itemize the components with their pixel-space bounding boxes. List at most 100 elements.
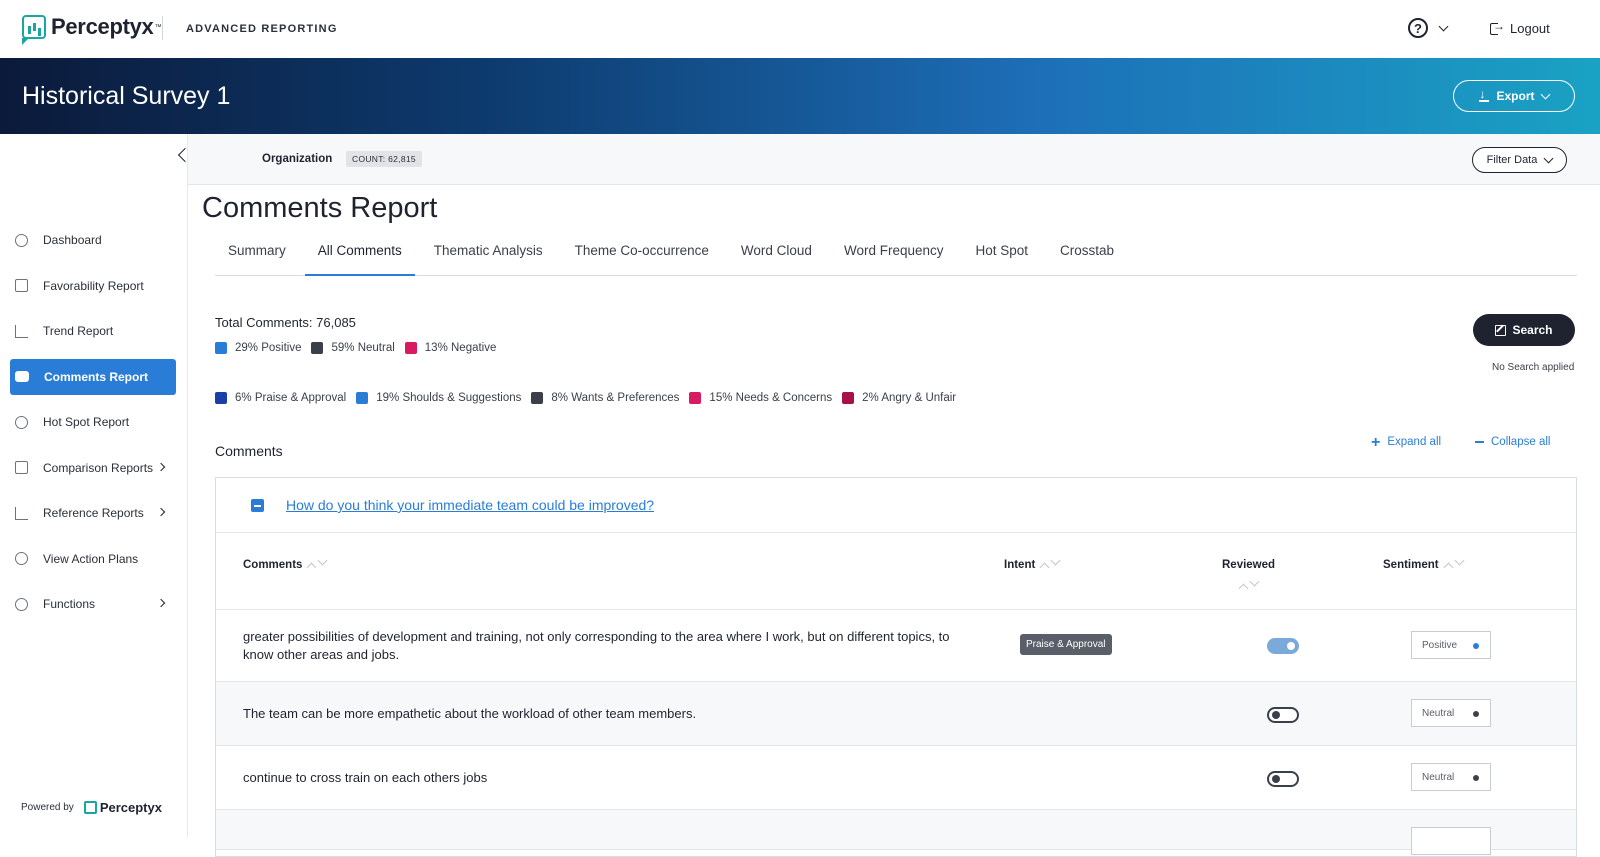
- sidebar-item-functions[interactable]: Functions: [10, 586, 176, 622]
- sentiment-select[interactable]: Neutral: [1411, 699, 1491, 727]
- legend-wants-preferences: 8% Wants & Preferences: [531, 392, 679, 404]
- legend-swatch: [689, 392, 702, 404]
- legend-positive: 29% Positive: [215, 342, 301, 354]
- sort-icon: [306, 555, 328, 572]
- legend-label: 2% Angry & Unfair: [862, 392, 957, 404]
- powered-by-logo: Perceptyx: [83, 800, 162, 815]
- export-button[interactable]: Export: [1453, 80, 1575, 112]
- sidebar-item-trend-report[interactable]: Trend Report: [10, 313, 176, 349]
- sentiment-dot: [1473, 643, 1479, 649]
- survey-banner: Historical Survey 1 Export: [0, 58, 1600, 134]
- filter-data-button[interactable]: Filter Data: [1472, 147, 1567, 173]
- thumbs-up-icon: [15, 279, 28, 292]
- powered-by: Powered by Perceptyx: [21, 800, 162, 815]
- sentiment-select[interactable]: Neutral: [1411, 763, 1491, 791]
- legend-swatch: [404, 342, 417, 354]
- sidebar-item-label: Favorability Report: [43, 278, 144, 293]
- edit-icon: [1495, 324, 1507, 336]
- legend-praise-approval: 6% Praise & Approval: [215, 392, 346, 404]
- collapse-all-label: Collapse all: [1491, 436, 1551, 448]
- help-menu-button[interactable]: ?: [1408, 18, 1449, 38]
- legend-swatch: [531, 392, 544, 404]
- legend-label: 15% Needs & Concerns: [709, 392, 833, 404]
- sidebar-item-label: Trend Report: [43, 324, 114, 338]
- collapse-all-button[interactable]: Collapse all: [1475, 436, 1550, 448]
- minus-icon: [1475, 441, 1484, 443]
- sidebar-item-comparison-reports[interactable]: Comparison Reports: [10, 450, 176, 486]
- sidebar-nav: Dashboard Favorability Report Trend Repo…: [10, 222, 176, 632]
- column-sentiment[interactable]: Sentiment: [1383, 555, 1465, 572]
- sentiment-select[interactable]: Positive: [1411, 631, 1491, 659]
- tab-thematic-analysis[interactable]: Thematic Analysis: [421, 236, 556, 276]
- export-label: Export: [1496, 89, 1535, 103]
- chevron-right-icon: [156, 507, 166, 517]
- search-button[interactable]: Search: [1473, 314, 1575, 346]
- legend-swatch: [215, 342, 227, 354]
- tab-crosstab[interactable]: Crosstab: [1047, 236, 1127, 276]
- sentiment-value: Neutral: [1422, 707, 1455, 719]
- legend-swatch: [311, 342, 324, 354]
- sidebar-item-label: Dashboard: [43, 233, 102, 247]
- dashboard-icon: [15, 233, 28, 247]
- sidebar-item-label: View Action Plans: [43, 551, 139, 566]
- legend-label: 29% Positive: [235, 342, 302, 354]
- page-title: Comments Report: [202, 192, 438, 224]
- product-name: ADVANCED REPORTING: [186, 23, 338, 35]
- sidebar-item-reference-reports[interactable]: Reference Reports: [10, 495, 176, 531]
- tab-all-comments[interactable]: All Comments: [304, 236, 415, 276]
- column-intent[interactable]: Intent: [1004, 555, 1061, 572]
- column-reviewed[interactable]: Reviewed: [1222, 559, 1276, 594]
- perceptyx-logo[interactable]: Perceptyx ™: [21, 14, 161, 45]
- target-icon: [15, 415, 28, 429]
- filter-data-label: Filter Data: [1486, 154, 1538, 166]
- sort-icon: [1238, 576, 1259, 594]
- plus-icon: +: [1371, 433, 1381, 451]
- collapse-question-checkbox[interactable]: [251, 499, 264, 512]
- filter-bar: Organization COUNT: 62,815 Filter Data: [188, 134, 1600, 185]
- column-comments[interactable]: Comments: [243, 555, 328, 572]
- sidebar-item-comments-report[interactable]: Comments Report: [10, 358, 176, 395]
- logout-button[interactable]: Logout: [1490, 19, 1550, 36]
- table-row: continue to cross train on each others j…: [216, 746, 1576, 810]
- sidebar-item-view-action-plans[interactable]: View Action Plans: [10, 541, 176, 577]
- comment-text: continue to cross train on each others j…: [243, 770, 488, 785]
- intent-legend: 6% Praise & Approval 19% Shoulds & Sugge…: [215, 392, 966, 404]
- reviewed-toggle[interactable]: [1267, 638, 1299, 654]
- legend-swatch: [215, 392, 227, 404]
- sidebar-item-dashboard[interactable]: Dashboard: [10, 222, 176, 258]
- tab-hot-spot[interactable]: Hot Spot: [963, 236, 1042, 276]
- question-card: How do you think your immediate team cou…: [215, 477, 1577, 857]
- comments-heading: Comments: [215, 443, 283, 459]
- tab-summary[interactable]: Summary: [215, 236, 299, 276]
- sidebar-item-label: Hot Spot Report: [43, 415, 130, 429]
- column-label: Reviewed: [1222, 559, 1276, 571]
- check-circle-icon: [15, 552, 28, 565]
- comment-text: greater possibilities of development and…: [243, 629, 950, 662]
- legend-swatch: [842, 392, 855, 404]
- powered-by-label: Powered by: [21, 802, 74, 813]
- header-divider: [162, 16, 163, 40]
- legend-angry-unfair: 2% Angry & Unfair: [842, 392, 956, 404]
- top-bar: Perceptyx ™ ADVANCED REPORTING ? Logout: [0, 0, 1600, 58]
- sentiment-dot: [1473, 775, 1479, 781]
- chevron-right-icon: [156, 462, 166, 471]
- sidebar-item-hot-spot-report[interactable]: Hot Spot Report: [10, 404, 176, 440]
- expand-all-button[interactable]: + Expand all: [1371, 433, 1441, 451]
- legend-label: 59% Neutral: [331, 342, 395, 354]
- count-badge: COUNT: 62,815: [346, 151, 422, 167]
- question-link[interactable]: How do you think your immediate team cou…: [286, 497, 654, 513]
- reviewed-toggle[interactable]: [1267, 707, 1299, 723]
- tab-word-cloud[interactable]: Word Cloud: [728, 236, 825, 276]
- sidebar-item-favorability-report[interactable]: Favorability Report: [10, 268, 176, 304]
- tab-word-frequency[interactable]: Word Frequency: [831, 236, 957, 276]
- logout-icon: [1490, 19, 1505, 35]
- legend-label: 6% Praise & Approval: [235, 392, 347, 404]
- sidebar: Dashboard Favorability Report Trend Repo…: [0, 134, 193, 837]
- report-tabs: Summary All Comments Thematic Analysis T…: [215, 236, 1577, 276]
- table-header: Comments Intent Reviewed Sentiment: [216, 533, 1576, 610]
- sentiment-select[interactable]: [1411, 827, 1491, 855]
- sidebar-item-label: Comparison Reports: [43, 460, 154, 475]
- reviewed-toggle[interactable]: [1267, 771, 1299, 787]
- tab-theme-co-occurrence[interactable]: Theme Co-occurrence: [562, 236, 722, 276]
- sidebar-item-label: Functions: [43, 597, 96, 611]
